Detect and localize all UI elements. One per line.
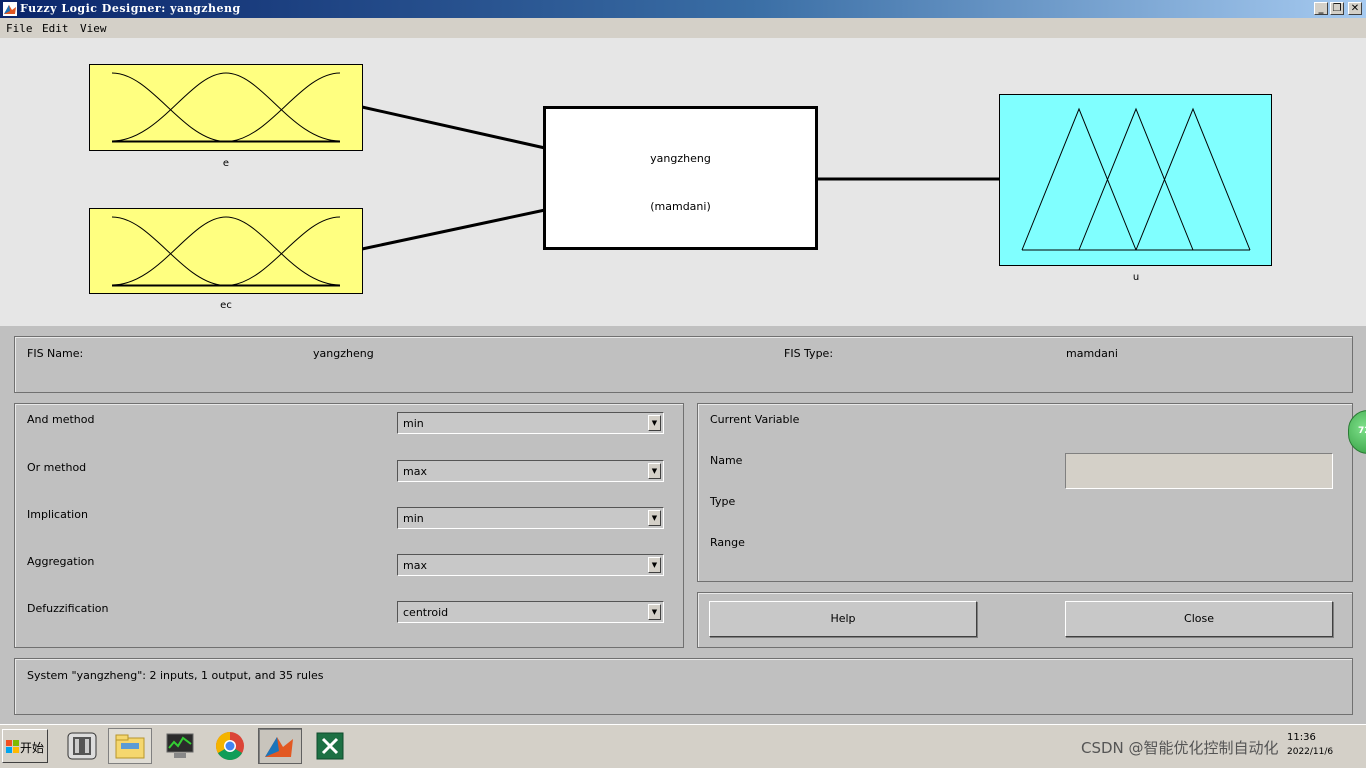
implication-value: min: [403, 512, 424, 525]
minimize-button[interactable]: _: [1314, 2, 1328, 15]
chevron-down-icon[interactable]: ▼: [648, 557, 661, 573]
fis-type-label: FIS Type:: [784, 347, 834, 360]
output-u-label: u: [1132, 272, 1140, 283]
menu-view[interactable]: View: [80, 22, 107, 35]
matlab-icon[interactable]: [258, 728, 302, 764]
window-title: Fuzzy Logic Designer: yangzheng: [20, 2, 241, 15]
fis-name-value: yangzheng: [313, 347, 374, 360]
and-method-label: And method: [27, 413, 95, 426]
variable-type-label: Type: [710, 495, 736, 508]
system-type: (mamdani): [650, 200, 711, 213]
windows-logo-icon: [6, 740, 19, 753]
aggregation-label: Aggregation: [27, 555, 95, 568]
start-button[interactable]: 开始: [2, 729, 48, 763]
fis-system-box[interactable]: yangzheng (mamdani): [543, 106, 818, 250]
variable-name-label: Name: [710, 454, 743, 467]
and-method-select[interactable]: min ▼: [397, 412, 664, 434]
implication-label: Implication: [27, 508, 88, 521]
current-variable-heading: Current Variable: [710, 413, 800, 426]
menu-edit[interactable]: Edit: [42, 22, 69, 35]
clock-date[interactable]: 2022/11/6: [1287, 747, 1333, 757]
restore-button[interactable]: ❐: [1330, 2, 1344, 15]
menu-bar: [0, 18, 1366, 38]
status-panel: [14, 658, 1353, 715]
fis-type-value: mamdani: [1066, 347, 1118, 360]
chevron-down-icon[interactable]: ▼: [648, 463, 661, 479]
system-tray: CSDN @智能优化控制自动化 11:36 2022/11/6: [1081, 729, 1366, 765]
input-e-label: e: [222, 158, 230, 169]
output-u-box[interactable]: [999, 94, 1272, 266]
aggregation-select[interactable]: max ▼: [397, 554, 664, 576]
fis-info-panel: [14, 336, 1353, 393]
variable-name-field[interactable]: [1065, 453, 1333, 489]
chevron-down-icon[interactable]: ▼: [648, 510, 661, 526]
close-window-button[interactable]: ✕: [1348, 2, 1362, 15]
input-ec-box[interactable]: [89, 208, 363, 294]
fis-name-label: FIS Name:: [27, 347, 84, 360]
system-monitor-icon[interactable]: [158, 728, 202, 764]
input-e-box[interactable]: [89, 64, 363, 151]
and-method-value: min: [403, 417, 424, 430]
membership-functions-e: [111, 72, 341, 143]
excel-icon[interactable]: [308, 728, 352, 764]
status-text: System "yangzheng": 2 inputs, 1 output, …: [27, 669, 324, 682]
close-button[interactable]: Close: [1065, 601, 1333, 637]
chevron-down-icon[interactable]: ▼: [648, 415, 661, 431]
aggregation-value: max: [403, 559, 427, 572]
menu-file[interactable]: File: [6, 22, 33, 35]
start-label: 开始: [20, 741, 45, 755]
defuzzification-value: centroid: [403, 606, 449, 619]
matlab-app-icon: [3, 2, 17, 16]
membership-functions-ec: [111, 216, 341, 287]
help-button[interactable]: Help: [709, 601, 977, 637]
chevron-down-icon[interactable]: ▼: [648, 604, 661, 620]
current-variable-panel: [697, 403, 1353, 582]
badge-text: 72: [1358, 426, 1366, 436]
or-method-value: max: [403, 465, 427, 478]
clock-time[interactable]: 11:36: [1287, 732, 1316, 743]
file-explorer-icon[interactable]: [108, 728, 152, 764]
system-name: yangzheng: [650, 152, 711, 165]
or-method-label: Or method: [27, 461, 87, 474]
defuzzification-label: Defuzzification: [27, 602, 109, 615]
input-ec-label: ec: [220, 300, 232, 311]
implication-select[interactable]: min ▼: [397, 507, 664, 529]
or-method-select[interactable]: max ▼: [397, 460, 664, 482]
variable-range-label: Range: [710, 536, 745, 549]
media-player-icon[interactable]: [60, 728, 104, 764]
chrome-icon[interactable]: [208, 728, 252, 764]
defuzzification-select[interactable]: centroid ▼: [397, 601, 664, 623]
membership-functions-u: [1021, 107, 1251, 251]
tray-watermark-text: CSDN @智能优化控制自动化: [1081, 739, 1279, 757]
